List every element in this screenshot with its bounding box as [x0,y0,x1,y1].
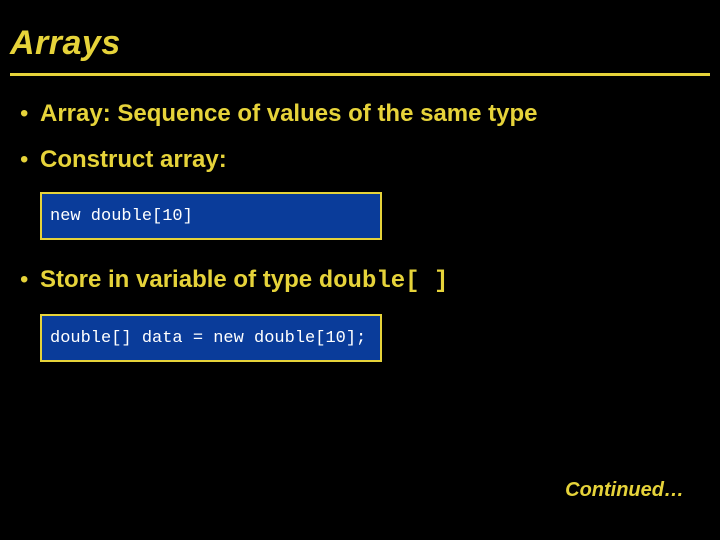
bullet-text-1: Array: Sequence of values of the same ty… [40,100,704,128]
bullet-dot-icon: • [16,100,40,128]
bullet-dot-icon: • [16,146,40,174]
code-text-2: double[] data = new double[10]; [50,329,366,348]
slide-title: Arrays [10,24,710,63]
bullet-dot-icon: • [16,266,40,294]
code-block-1: new double[10] [40,192,382,240]
slide-content: • Array: Sequence of values of the same … [0,76,720,362]
bullet-item-2: • Construct array: [16,146,704,174]
bullet-item-3: • Store in variable of type double[ ] [16,266,704,296]
code-block-2: double[] data = new double[10]; [40,314,382,362]
code-text-1: new double[10] [50,207,193,226]
slide: Arrays • Array: Sequence of values of th… [0,0,720,540]
bullet-text-3: Store in variable of type double[ ] [40,266,704,296]
bullet-text-3-prefix: Store in variable of type [40,266,319,293]
title-area: Arrays [0,0,720,69]
continued-label: Continued… [565,479,684,502]
bullet-text-2: Construct array: [40,146,704,174]
bullet-item-1: • Array: Sequence of values of the same … [16,100,704,128]
bullet-text-3-code: double[ ] [319,268,449,295]
